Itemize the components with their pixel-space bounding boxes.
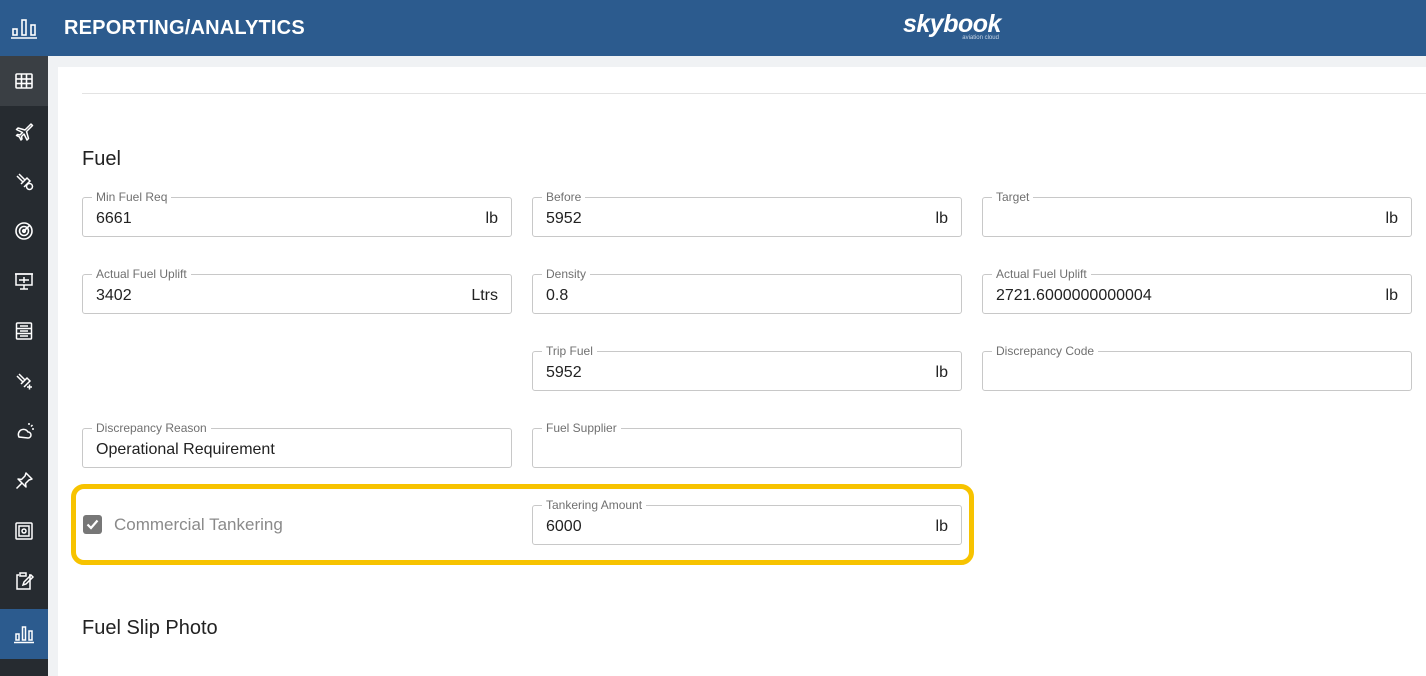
table-grid-icon xyxy=(15,73,33,89)
sidebar-item-safe[interactable] xyxy=(0,506,48,556)
field-label: Trip Fuel xyxy=(542,344,597,358)
field-value: 3402 xyxy=(96,287,132,304)
field-label: Target xyxy=(992,190,1034,204)
sidebar-item-table[interactable] xyxy=(0,56,48,106)
field-label: Fuel Supplier xyxy=(542,421,621,435)
page-title: REPORTING/ANALYTICS xyxy=(64,17,305,39)
logo-brand: skybook xyxy=(903,10,1001,38)
sidebar-item-weather[interactable] xyxy=(0,406,48,456)
field-label: Tankering Amount xyxy=(542,498,647,512)
min-fuel-req-field[interactable]: Min Fuel Req 6661 lb xyxy=(82,190,512,237)
airplane-icon xyxy=(15,123,34,141)
sidebar-item-briefing[interactable] xyxy=(0,256,48,306)
tankering-amount-field[interactable]: Tankering Amount 6000 lb xyxy=(532,498,962,545)
safe-icon xyxy=(15,522,33,540)
field-label: Min Fuel Req xyxy=(92,190,172,204)
commercial-tankering-checkbox[interactable] xyxy=(83,515,102,534)
radar-icon xyxy=(15,222,33,240)
briefing-board-icon xyxy=(15,273,33,290)
field-value: 0.8 xyxy=(546,287,569,304)
list-form-icon xyxy=(15,322,33,340)
sidebar xyxy=(0,56,48,676)
field-unit: lb xyxy=(485,210,498,227)
pin-icon xyxy=(15,472,33,490)
target-field[interactable]: Target lb xyxy=(982,190,1412,237)
field-value: 5952 xyxy=(546,364,582,381)
sidebar-item-pin[interactable] xyxy=(0,456,48,506)
bar-chart-icon[interactable] xyxy=(0,0,48,56)
field-label: Actual Fuel Uplift xyxy=(92,267,191,281)
field-label: Before xyxy=(542,190,586,204)
fuel-slip-photo-title: Fuel Slip Photo xyxy=(82,617,218,639)
commercial-tankering-label[interactable]: Commercial Tankering xyxy=(114,515,283,535)
discrepancy-code-field[interactable]: Discrepancy Code xyxy=(982,344,1412,391)
sidebar-item-flights[interactable] xyxy=(0,106,48,156)
trip-fuel-field[interactable]: Trip Fuel 5952 lb xyxy=(532,344,962,391)
sidebar-item-forms[interactable] xyxy=(0,306,48,356)
divider xyxy=(82,93,1426,94)
weather-icon xyxy=(17,423,34,439)
field-unit: lb xyxy=(935,364,948,381)
actual-fuel-uplift-ltrs-field[interactable]: Actual Fuel Uplift 3402 Ltrs xyxy=(82,267,512,314)
sidebar-item-departures[interactable] xyxy=(0,156,48,206)
fuel-section-title: Fuel xyxy=(82,148,121,170)
main-content: Fuel Min Fuel Req 6661 lb Before 5952 lb… xyxy=(58,67,1426,676)
field-unit: lb xyxy=(935,518,948,535)
clipboard-edit-icon xyxy=(16,572,35,590)
field-value: 6661 xyxy=(96,210,132,227)
sidebar-item-analytics[interactable] xyxy=(0,609,48,659)
field-label: Discrepancy Code xyxy=(992,344,1099,358)
sidebar-item-arrivals[interactable] xyxy=(0,356,48,406)
field-value: 6000 xyxy=(546,518,582,535)
field-value: 2721.6000000000004 xyxy=(996,287,1152,304)
actual-fuel-uplift-lb-field[interactable]: Actual Fuel Uplift 2721.6000000000004 lb xyxy=(982,267,1412,314)
checkmark-icon xyxy=(86,519,99,530)
sidebar-item-reports[interactable] xyxy=(0,556,48,606)
before-field[interactable]: Before 5952 lb xyxy=(532,190,962,237)
field-unit: lb xyxy=(1385,210,1398,227)
field-unit: lb xyxy=(935,210,948,227)
field-value: 5952 xyxy=(546,210,582,227)
sidebar-item-radar[interactable] xyxy=(0,206,48,256)
field-label: Density xyxy=(542,267,591,281)
airplane-landing-icon xyxy=(16,373,32,390)
skybook-logo: skybook aviation cloud xyxy=(903,10,1001,41)
bar-chart-icon xyxy=(14,626,34,644)
density-field[interactable]: Density 0.8 xyxy=(532,267,962,314)
discrepancy-reason-field[interactable]: Discrepancy Reason Operational Requireme… xyxy=(82,421,512,468)
field-value: Operational Requirement xyxy=(96,441,275,458)
top-bar: REPORTING/ANALYTICS skybook aviation clo… xyxy=(0,0,1426,56)
field-label: Actual Fuel Uplift xyxy=(992,267,1091,281)
fuel-supplier-field[interactable]: Fuel Supplier xyxy=(532,421,962,468)
field-unit: lb xyxy=(1385,287,1398,304)
field-unit: Ltrs xyxy=(471,287,498,304)
field-label: Discrepancy Reason xyxy=(92,421,211,435)
airplane-takeoff-icon xyxy=(16,173,34,191)
